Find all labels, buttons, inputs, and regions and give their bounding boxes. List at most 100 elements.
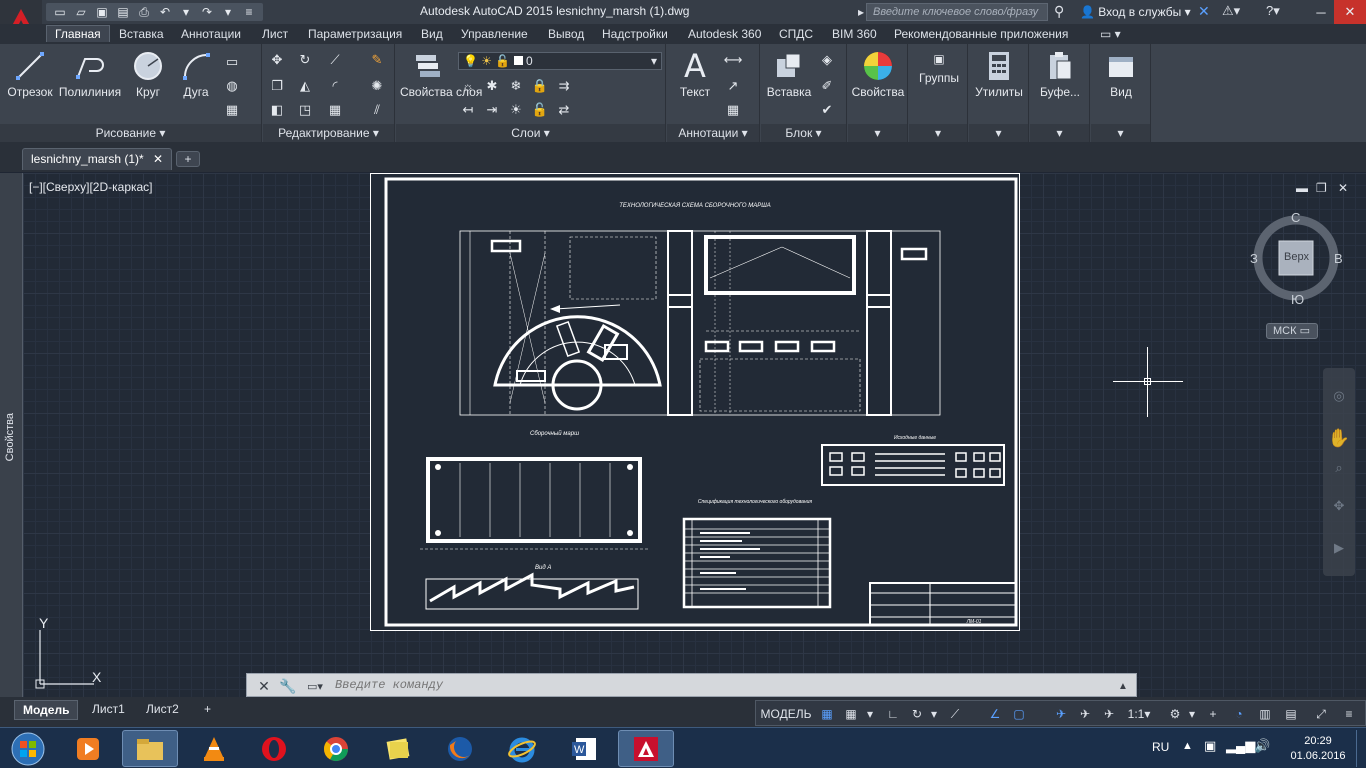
polar-dropdown-icon[interactable]: ▾ [928,705,940,723]
steering-wheel-icon[interactable]: ◎ [1331,388,1347,404]
line-button[interactable]: Отрезок [6,50,54,99]
workspace-dropdown-icon[interactable]: ▾ [1186,705,1198,723]
properties-panel-expand-icon[interactable]: ▾ [848,124,907,142]
table-icon[interactable]: ▦ [725,102,741,118]
layer-properties-button[interactable]: Свойства слоя [400,50,482,99]
ribbon-minimize-icon[interactable]: ▭ ▾ [1100,27,1121,41]
system-clock[interactable]: 20:29 01.06.2016 [1288,734,1348,764]
orbit-icon[interactable]: ✥ [1331,498,1347,514]
zoom-extents-icon[interactable]: ⌕ [1331,460,1347,476]
internet-explorer-icon[interactable] [494,730,550,767]
redo-icon[interactable]: ↷ [199,5,215,19]
tab-annotate[interactable]: Аннотации [181,27,241,41]
block-panel-footer[interactable]: Блок ▾ [761,124,846,142]
tab-sheet2[interactable]: Лист2 [138,700,187,720]
trim-icon[interactable]: ⟋ [327,52,343,68]
tab-parametric[interactable]: Параметризация [308,27,402,41]
rotate-icon[interactable]: ↻ [297,52,313,68]
move-icon[interactable]: ✥ [269,52,285,68]
dimension-icon[interactable]: ⟷ [724,52,743,68]
command-close-icon[interactable]: ✕ [255,677,273,695]
showmotion-icon[interactable]: ▶ [1331,540,1347,556]
properties-button[interactable]: Свойства [850,50,906,99]
polar-icon[interactable]: ↻ [908,705,926,723]
volume-icon[interactable]: 🔊 [1254,738,1270,754]
clipboard-panel-expand-icon[interactable]: ▾ [1030,124,1089,142]
tab-bim360[interactable]: BIM 360 [832,27,877,41]
media-player-icon[interactable] [60,730,116,767]
annotation-visibility-icon[interactable]: ✈ [1052,705,1070,723]
model-space-toggle[interactable]: МОДЕЛЬ [760,705,812,723]
fillet-icon[interactable]: ◜ [327,78,343,94]
stretch-icon[interactable]: ◧ [269,102,285,118]
erase-icon[interactable]: ✎ [369,52,385,68]
utilities-panel-expand-icon[interactable]: ▾ [969,124,1028,142]
tab-layout[interactable]: Лист [262,27,288,41]
binoculars-icon[interactable]: ⚲ [1054,3,1064,20]
ucs-menu[interactable]: МСК ▭ [1266,323,1318,339]
customize-qat-icon[interactable]: ≡ [241,5,257,19]
scale-dropdown[interactable]: 1:1 ▾ [1126,705,1152,723]
tab-spds[interactable]: СПДС [779,27,813,41]
tab-insert[interactable]: Вставка [119,27,164,41]
undo-icon[interactable]: ↶ [157,5,173,19]
chrome-icon[interactable] [308,730,364,767]
help-icon[interactable]: ?▾ [1266,3,1280,19]
auto-scale-icon[interactable]: ✈ [1076,705,1094,723]
word-icon[interactable]: W [556,730,612,767]
ortho-icon[interactable]: ∟ [884,705,902,723]
search-input[interactable]: Введите ключевое слово/фразу [866,3,1048,21]
command-settings-icon[interactable]: 🔧 [279,677,297,695]
circle-button[interactable]: Круг [126,50,170,99]
sticky-notes-icon[interactable] [370,730,426,767]
layer-walk-icon[interactable]: ⇥ [484,102,500,118]
drawing-sheet[interactable]: ТЕХНОЛОГИЧЕСКАЯ СХЕМА СБОРОЧНОГО МАРША С… [370,173,1020,631]
command-input[interactable] [335,678,1035,692]
tab-addins[interactable]: Надстройки [602,27,668,41]
grid-icon[interactable]: ▦ [818,705,836,723]
save-as-icon[interactable]: ▤ [115,5,131,19]
hardware-acceleration-icon[interactable]: ▥ [1256,705,1274,723]
viewcube[interactable]: С Ю З В Верх [1250,210,1343,310]
autocad-taskbar-icon[interactable] [618,730,674,767]
layer-change-icon[interactable]: ⇄ [556,102,572,118]
open-file-icon[interactable]: ▱ [73,5,89,19]
tab-view[interactable]: Вид [421,27,443,41]
undo-dropdown-icon[interactable]: ▾ [178,5,194,19]
polyline-button[interactable]: Полилиния [58,50,122,99]
view-panel[interactable]: Вид ▾ [1091,44,1151,142]
layer-match-icon[interactable]: ⇉ [556,78,572,94]
explorer-icon[interactable] [122,730,178,767]
clean-screen-icon[interactable]: ▤ [1282,705,1300,723]
customize-menu-icon[interactable]: ≡ [1340,705,1358,723]
command-expand-icon[interactable]: ▲ [1114,677,1132,695]
close-button[interactable]: ✕ [1334,0,1366,24]
annotation-panel-footer[interactable]: Аннотации ▾ [667,124,759,142]
compass-north[interactable]: С [1291,210,1300,225]
show-hidden-icons[interactable]: ▲ [1182,740,1193,752]
command-history-icon[interactable]: ▭▾ [303,677,327,695]
create-block-icon[interactable]: ◈ [819,52,835,68]
viewport-minimize-icon[interactable]: ▬ [1296,181,1308,195]
modify-panel-footer[interactable]: Редактирование ▾ [263,124,394,142]
osnap-tracking-icon[interactable]: ∠ [986,705,1004,723]
hatch-icon[interactable]: ◍ [224,78,240,94]
search-expand-icon[interactable]: ▸ [858,5,864,19]
start-button[interactable] [4,730,52,767]
layer-lock-toggle-icon[interactable]: 🔒 [532,78,548,94]
layer-previous-icon[interactable]: ↤ [460,102,476,118]
tab-autodesk360[interactable]: Autodesk 360 [688,27,761,41]
firefox-icon[interactable] [432,730,488,767]
view-button[interactable]: Вид [1093,50,1149,99]
signin-button[interactable]: 👤 Вход в службы ▾ [1080,5,1191,19]
fullscreen-icon[interactable]: ⤢ [1312,705,1330,723]
viewport-controls[interactable]: [−][Сверху][2D-каркас] [29,180,153,194]
groups-button[interactable]: ▣ Группы [911,50,967,85]
arc-button[interactable]: Дуга [176,50,216,99]
compass-east[interactable]: В [1334,251,1343,266]
text-button[interactable]: A Текст [673,47,717,99]
utilities-panel[interactable]: Утилиты ▾ [969,44,1029,142]
scale-icon[interactable]: ◳ [297,102,313,118]
tab-home[interactable]: Главная [46,25,110,42]
edit-block-icon[interactable]: ✐ [819,78,835,94]
